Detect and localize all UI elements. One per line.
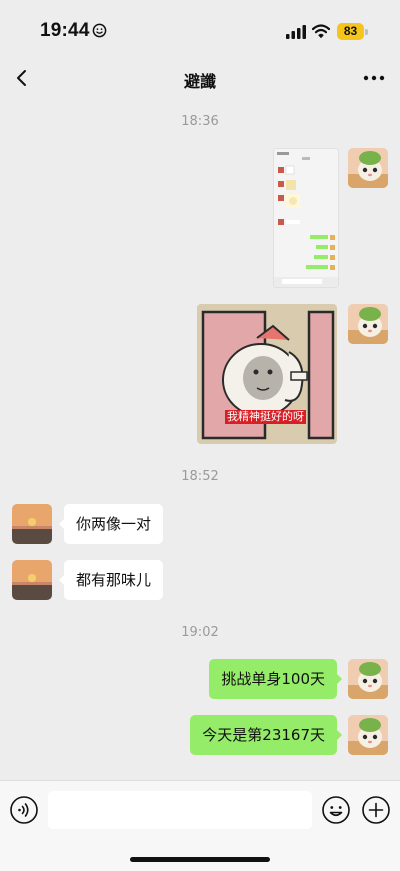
more-functions-button[interactable] bbox=[361, 795, 391, 825]
emoji-button[interactable] bbox=[321, 795, 351, 825]
chat-title: 避讖 bbox=[183, 72, 216, 91]
contact-avatar[interactable] bbox=[12, 504, 52, 544]
battery-indicator: 83 bbox=[337, 23, 364, 40]
cat-avatar-icon bbox=[348, 659, 388, 699]
message-input[interactable] bbox=[48, 791, 312, 829]
sent-message-bubble[interactable]: 今天是第23167天 bbox=[190, 715, 342, 755]
cellular-signal-icon bbox=[286, 25, 306, 39]
sticker-image-message[interactable]: 我精神挺好的呀 bbox=[197, 304, 337, 444]
cat-avatar-icon bbox=[348, 148, 388, 188]
back-button[interactable] bbox=[10, 64, 36, 92]
self-avatar[interactable] bbox=[348, 659, 388, 699]
voice-input-button[interactable] bbox=[9, 795, 39, 825]
cat-avatar-icon bbox=[348, 715, 388, 755]
self-avatar[interactable] bbox=[348, 304, 388, 344]
battery-tip bbox=[365, 29, 368, 35]
screenshot-image-message[interactable] bbox=[273, 148, 339, 288]
timestamp: 18:36 bbox=[181, 114, 219, 129]
status-bar: 19:44 83 bbox=[0, 0, 400, 56]
smiley-face-icon bbox=[92, 23, 107, 38]
received-message-bubble[interactable]: 都有那味儿 bbox=[58, 560, 164, 600]
sunset-avatar-icon bbox=[12, 504, 52, 544]
timestamp: 19:02 bbox=[181, 625, 219, 640]
chat-header: 避讖 bbox=[0, 56, 400, 100]
message-input-bar bbox=[0, 780, 400, 871]
sticker-caption: 我精神挺好的呀 bbox=[225, 410, 306, 424]
sent-message-bubble[interactable]: 挑战单身100天 bbox=[209, 659, 342, 699]
wifi-icon bbox=[312, 24, 330, 38]
status-time: 19:44 bbox=[40, 20, 90, 41]
self-avatar[interactable] bbox=[348, 715, 388, 755]
cat-avatar-icon bbox=[348, 304, 388, 344]
sunset-avatar-icon bbox=[12, 560, 52, 600]
timestamp: 18:52 bbox=[181, 469, 219, 484]
contact-avatar[interactable] bbox=[12, 560, 52, 600]
self-avatar[interactable] bbox=[348, 148, 388, 188]
more-options-button[interactable] bbox=[360, 66, 388, 90]
home-indicator[interactable] bbox=[130, 857, 270, 862]
chat-screenshot-thumbnail bbox=[274, 149, 338, 287]
received-message-bubble[interactable]: 你两像一对 bbox=[58, 504, 164, 544]
